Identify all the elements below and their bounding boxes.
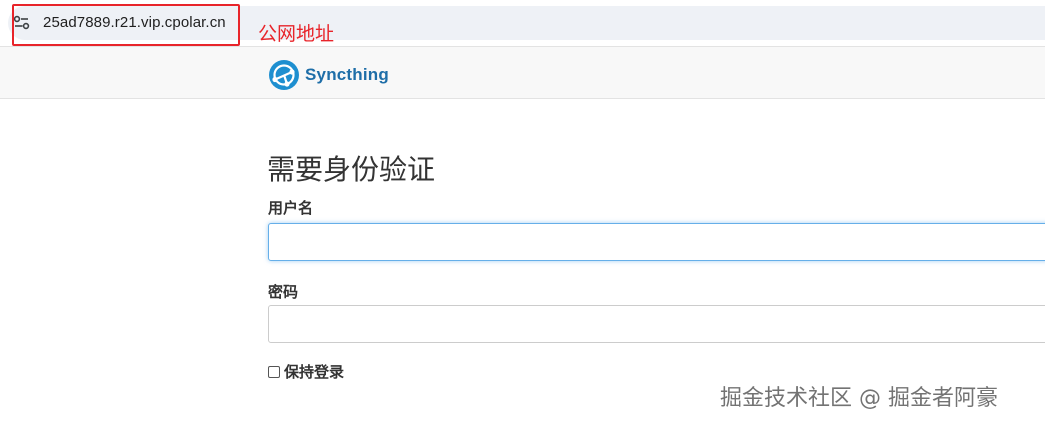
- brand[interactable]: Syncthing: [268, 59, 389, 91]
- remember-label: 保持登录: [284, 363, 345, 381]
- username-label: 用户名: [268, 199, 314, 217]
- red-highlight-box: [12, 4, 240, 46]
- remember-me[interactable]: 保持登录: [268, 361, 344, 382]
- watermark: 掘金技术社区 @ 掘金者阿豪: [720, 386, 998, 411]
- password-label: 密码: [268, 283, 299, 301]
- remember-checkbox[interactable]: [268, 365, 280, 378]
- annotation-label: 公网地址: [258, 23, 335, 45]
- browser-address-bar: 25ad7889.r21.vip.cpolar.cn 公网地址: [0, 0, 1045, 46]
- brand-name: Syncthing: [305, 65, 389, 84]
- password-input[interactable]: [268, 305, 1045, 343]
- syncthing-logo-icon: [268, 59, 300, 91]
- page: 25ad7889.r21.vip.cpolar.cn 公网地址 Syncthin…: [0, 0, 1045, 422]
- username-input[interactable]: [268, 223, 1045, 261]
- page-title: 需要身份验证: [267, 153, 436, 186]
- syncthing-navbar: Syncthing: [0, 46, 1045, 99]
